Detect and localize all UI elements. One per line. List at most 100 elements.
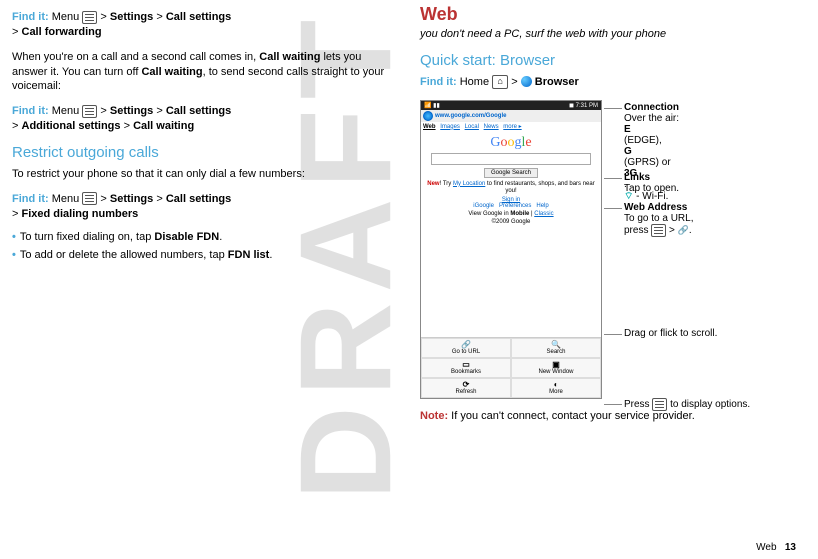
find-it-label: Find it:: [12, 11, 49, 23]
google-view-mode: View Google in Mobile | Classic: [421, 211, 601, 217]
menu-word: Menu: [52, 11, 80, 23]
note-text: If you can't connect, contact your servi…: [448, 410, 695, 422]
find-it-line-1: Find it: Menu > Settings > Call settings…: [12, 10, 390, 40]
tab-images[interactable]: Images: [440, 124, 460, 130]
cw2: Call waiting: [141, 66, 202, 78]
conn-b: (EDGE),: [624, 135, 662, 146]
sep: >: [100, 11, 106, 23]
anno-line-3: [604, 208, 622, 209]
toolbar-goto[interactable]: 🔗Go to URL: [421, 338, 511, 358]
add-settings: Additional settings: [22, 120, 121, 132]
find-it-label-4: Find it:: [420, 76, 457, 88]
menu-icon: [82, 11, 97, 24]
find-it-browser: Find it: Home ⌂ > Browser: [420, 75, 798, 90]
va: View Google in: [468, 211, 510, 217]
anno-webaddress: Web Address To go to a URL, press > 🔗.: [624, 202, 693, 237]
rf-label: Refresh: [455, 389, 476, 395]
menu-icon-anno: [651, 224, 666, 237]
opt-b: to display options.: [667, 399, 750, 410]
addr-a: To go to a URL,: [624, 213, 693, 224]
conn-h: Connection: [624, 102, 679, 113]
newwindow-icon: ▣: [512, 361, 600, 369]
toolbar-bookmarks[interactable]: ▭Bookmarks: [421, 358, 511, 378]
p1a: When you're on a call and a second call …: [12, 51, 259, 63]
menu-icon-anno2: [652, 398, 667, 411]
cw3: Call waiting: [133, 120, 194, 132]
toolbar-more[interactable]: ◐More: [511, 378, 601, 398]
menu-word-2: Menu: [52, 105, 80, 117]
tab-web[interactable]: Web: [423, 124, 436, 130]
anno-line-4: [604, 334, 622, 335]
fdn-list: •To turn fixed dialing on, tap Disable F…: [12, 231, 390, 261]
call-waiting-para: When you're on a call and a second call …: [12, 50, 390, 95]
li2a: To add or delete the allowed numbers, ta…: [20, 249, 228, 261]
phone-wrap: 📶 ▮▮ ◼ 7:31 PM www.google.com/Google Web…: [420, 100, 798, 399]
disable-fdn: Disable FDN: [154, 231, 219, 243]
google-footer-links: iGoogle Preferences Help: [421, 203, 601, 209]
more-label: More: [549, 389, 563, 395]
find-it-line-3: Find it: Menu > Settings > Call settings…: [12, 192, 390, 222]
tab-local[interactable]: Local: [465, 124, 479, 130]
settings2: Settings: [110, 105, 153, 117]
menu-icon-2: [82, 105, 97, 118]
sep8: >: [100, 193, 106, 205]
footer-label: Web: [756, 542, 776, 553]
google-search-input[interactable]: [431, 153, 591, 165]
hint-new: New: [427, 181, 439, 187]
status-bar: 📶 ▮▮ ◼ 7:31 PM: [421, 101, 601, 110]
browser-label: Browser: [535, 76, 579, 88]
list-item: •To add or delete the allowed numbers, t…: [12, 249, 390, 261]
restrict-para: To restrict your phone so that it can on…: [12, 167, 390, 182]
find-it-line-2: Find it: Menu > Settings > Call settings…: [12, 104, 390, 134]
restrict-heading: Restrict outgoing calls: [12, 144, 390, 161]
lock-icon: 🔗: [678, 225, 689, 236]
status-time: ◼ 7:31 PM: [569, 102, 598, 109]
li2b: .: [269, 249, 272, 261]
vlink[interactable]: Classic: [534, 211, 553, 217]
link-igoogle[interactable]: iGoogle: [473, 203, 494, 209]
note-label: Note:: [420, 410, 448, 422]
google-search-button[interactable]: Google Search: [484, 168, 538, 178]
fdn-list-b: FDN list: [228, 249, 270, 261]
tab-more[interactable]: more ▸: [503, 124, 521, 130]
blank-area[interactable]: [421, 227, 601, 337]
sep3: >: [12, 26, 18, 38]
right-column: Web you don't need a PC, surf the web wi…: [420, 4, 798, 434]
opt-a: Press: [624, 399, 652, 410]
toolbar-newwindow[interactable]: ▣New Window: [511, 358, 601, 378]
toolbar-refresh[interactable]: ⟳Refresh: [421, 378, 511, 398]
cw1: Call waiting: [259, 51, 320, 63]
hint-link[interactable]: My Location: [453, 181, 485, 187]
url-text: www.google.com/Google: [435, 113, 506, 119]
link-help[interactable]: Help: [536, 203, 548, 209]
goto-icon: 🔗: [422, 341, 510, 349]
link-prefs[interactable]: Preferences: [499, 203, 531, 209]
edge-icon: E: [624, 124, 679, 135]
list-item: •To turn fixed dialing on, tap Disable F…: [12, 231, 390, 243]
search-label: Search: [546, 349, 565, 355]
sep5: >: [156, 105, 162, 117]
toolbar-search[interactable]: 🔍Search: [511, 338, 601, 358]
globe-icon: [521, 76, 532, 87]
settings-label: Settings: [110, 11, 153, 23]
more-icon: ◐: [512, 381, 600, 389]
home-word: Home: [460, 76, 489, 88]
sep2: >: [156, 11, 162, 23]
sep11: >: [511, 76, 517, 88]
address-bar[interactable]: www.google.com/Google: [421, 110, 601, 122]
cs3: Call settings: [166, 193, 231, 205]
bm-label: Bookmarks: [451, 369, 481, 375]
conn-c: (GPRS) or: [624, 157, 671, 168]
menu-word-3: Menu: [52, 193, 80, 205]
page-number: 13: [785, 542, 796, 553]
tab-news[interactable]: News: [484, 124, 499, 130]
globe-small-icon: [423, 111, 433, 121]
google-copyright: ©2009 Google: [421, 219, 601, 225]
hint-b: to find restaurants, shops, and bars nea…: [485, 181, 594, 194]
fixed-dialing: Fixed dialing numbers: [22, 208, 139, 220]
anno-line-2: [604, 178, 622, 179]
anno-line-5: [604, 404, 622, 405]
bullet-icon: •: [12, 231, 16, 243]
sep6: >: [12, 120, 18, 132]
page: Find it: Menu > Settings > Call settings…: [0, 0, 818, 434]
